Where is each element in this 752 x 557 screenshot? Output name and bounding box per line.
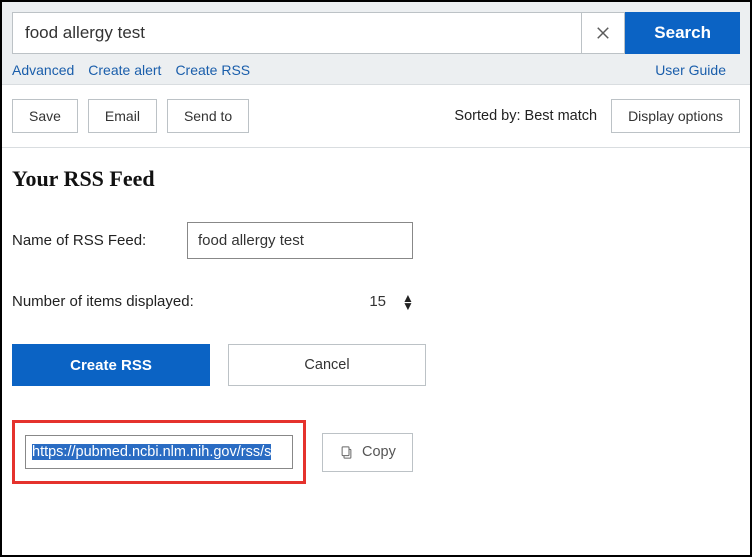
copy-button[interactable]: Copy bbox=[322, 433, 413, 472]
sorted-by-label: Sorted by: Best match bbox=[454, 108, 597, 124]
email-button[interactable]: Email bbox=[88, 99, 157, 133]
send-to-button[interactable]: Send to bbox=[167, 99, 249, 133]
rss-url-text: https://pubmed.ncbi.nlm.nih.gov/rss/s bbox=[32, 444, 271, 460]
rss-count-stepper[interactable]: ▲ ▼ bbox=[402, 294, 414, 310]
rss-name-label: Name of RSS Feed: bbox=[12, 232, 187, 249]
chevron-down-icon: ▼ bbox=[402, 302, 414, 310]
close-icon bbox=[594, 24, 612, 42]
advanced-link[interactable]: Advanced bbox=[12, 62, 74, 78]
search-button[interactable]: Search bbox=[625, 12, 740, 54]
rss-name-input[interactable] bbox=[187, 222, 413, 259]
rss-url-field[interactable]: https://pubmed.ncbi.nlm.nih.gov/rss/s bbox=[25, 435, 293, 469]
save-button[interactable]: Save bbox=[12, 99, 78, 133]
rss-url-highlight: https://pubmed.ncbi.nlm.nih.gov/rss/s bbox=[12, 420, 306, 484]
create-rss-button[interactable]: Create RSS bbox=[12, 344, 210, 386]
rss-count-value: 15 bbox=[242, 293, 402, 310]
user-guide-link[interactable]: User Guide bbox=[655, 62, 726, 78]
page-title: Your RSS Feed bbox=[12, 166, 740, 192]
clear-search-button[interactable] bbox=[581, 12, 625, 54]
clipboard-icon bbox=[339, 444, 354, 461]
create-rss-link[interactable]: Create RSS bbox=[175, 62, 250, 78]
search-input[interactable] bbox=[12, 12, 581, 54]
cancel-button[interactable]: Cancel bbox=[228, 344, 426, 386]
copy-label: Copy bbox=[362, 444, 396, 460]
rss-count-label: Number of items displayed: bbox=[12, 293, 242, 310]
display-options-button[interactable]: Display options bbox=[611, 99, 740, 133]
create-alert-link[interactable]: Create alert bbox=[88, 62, 161, 78]
